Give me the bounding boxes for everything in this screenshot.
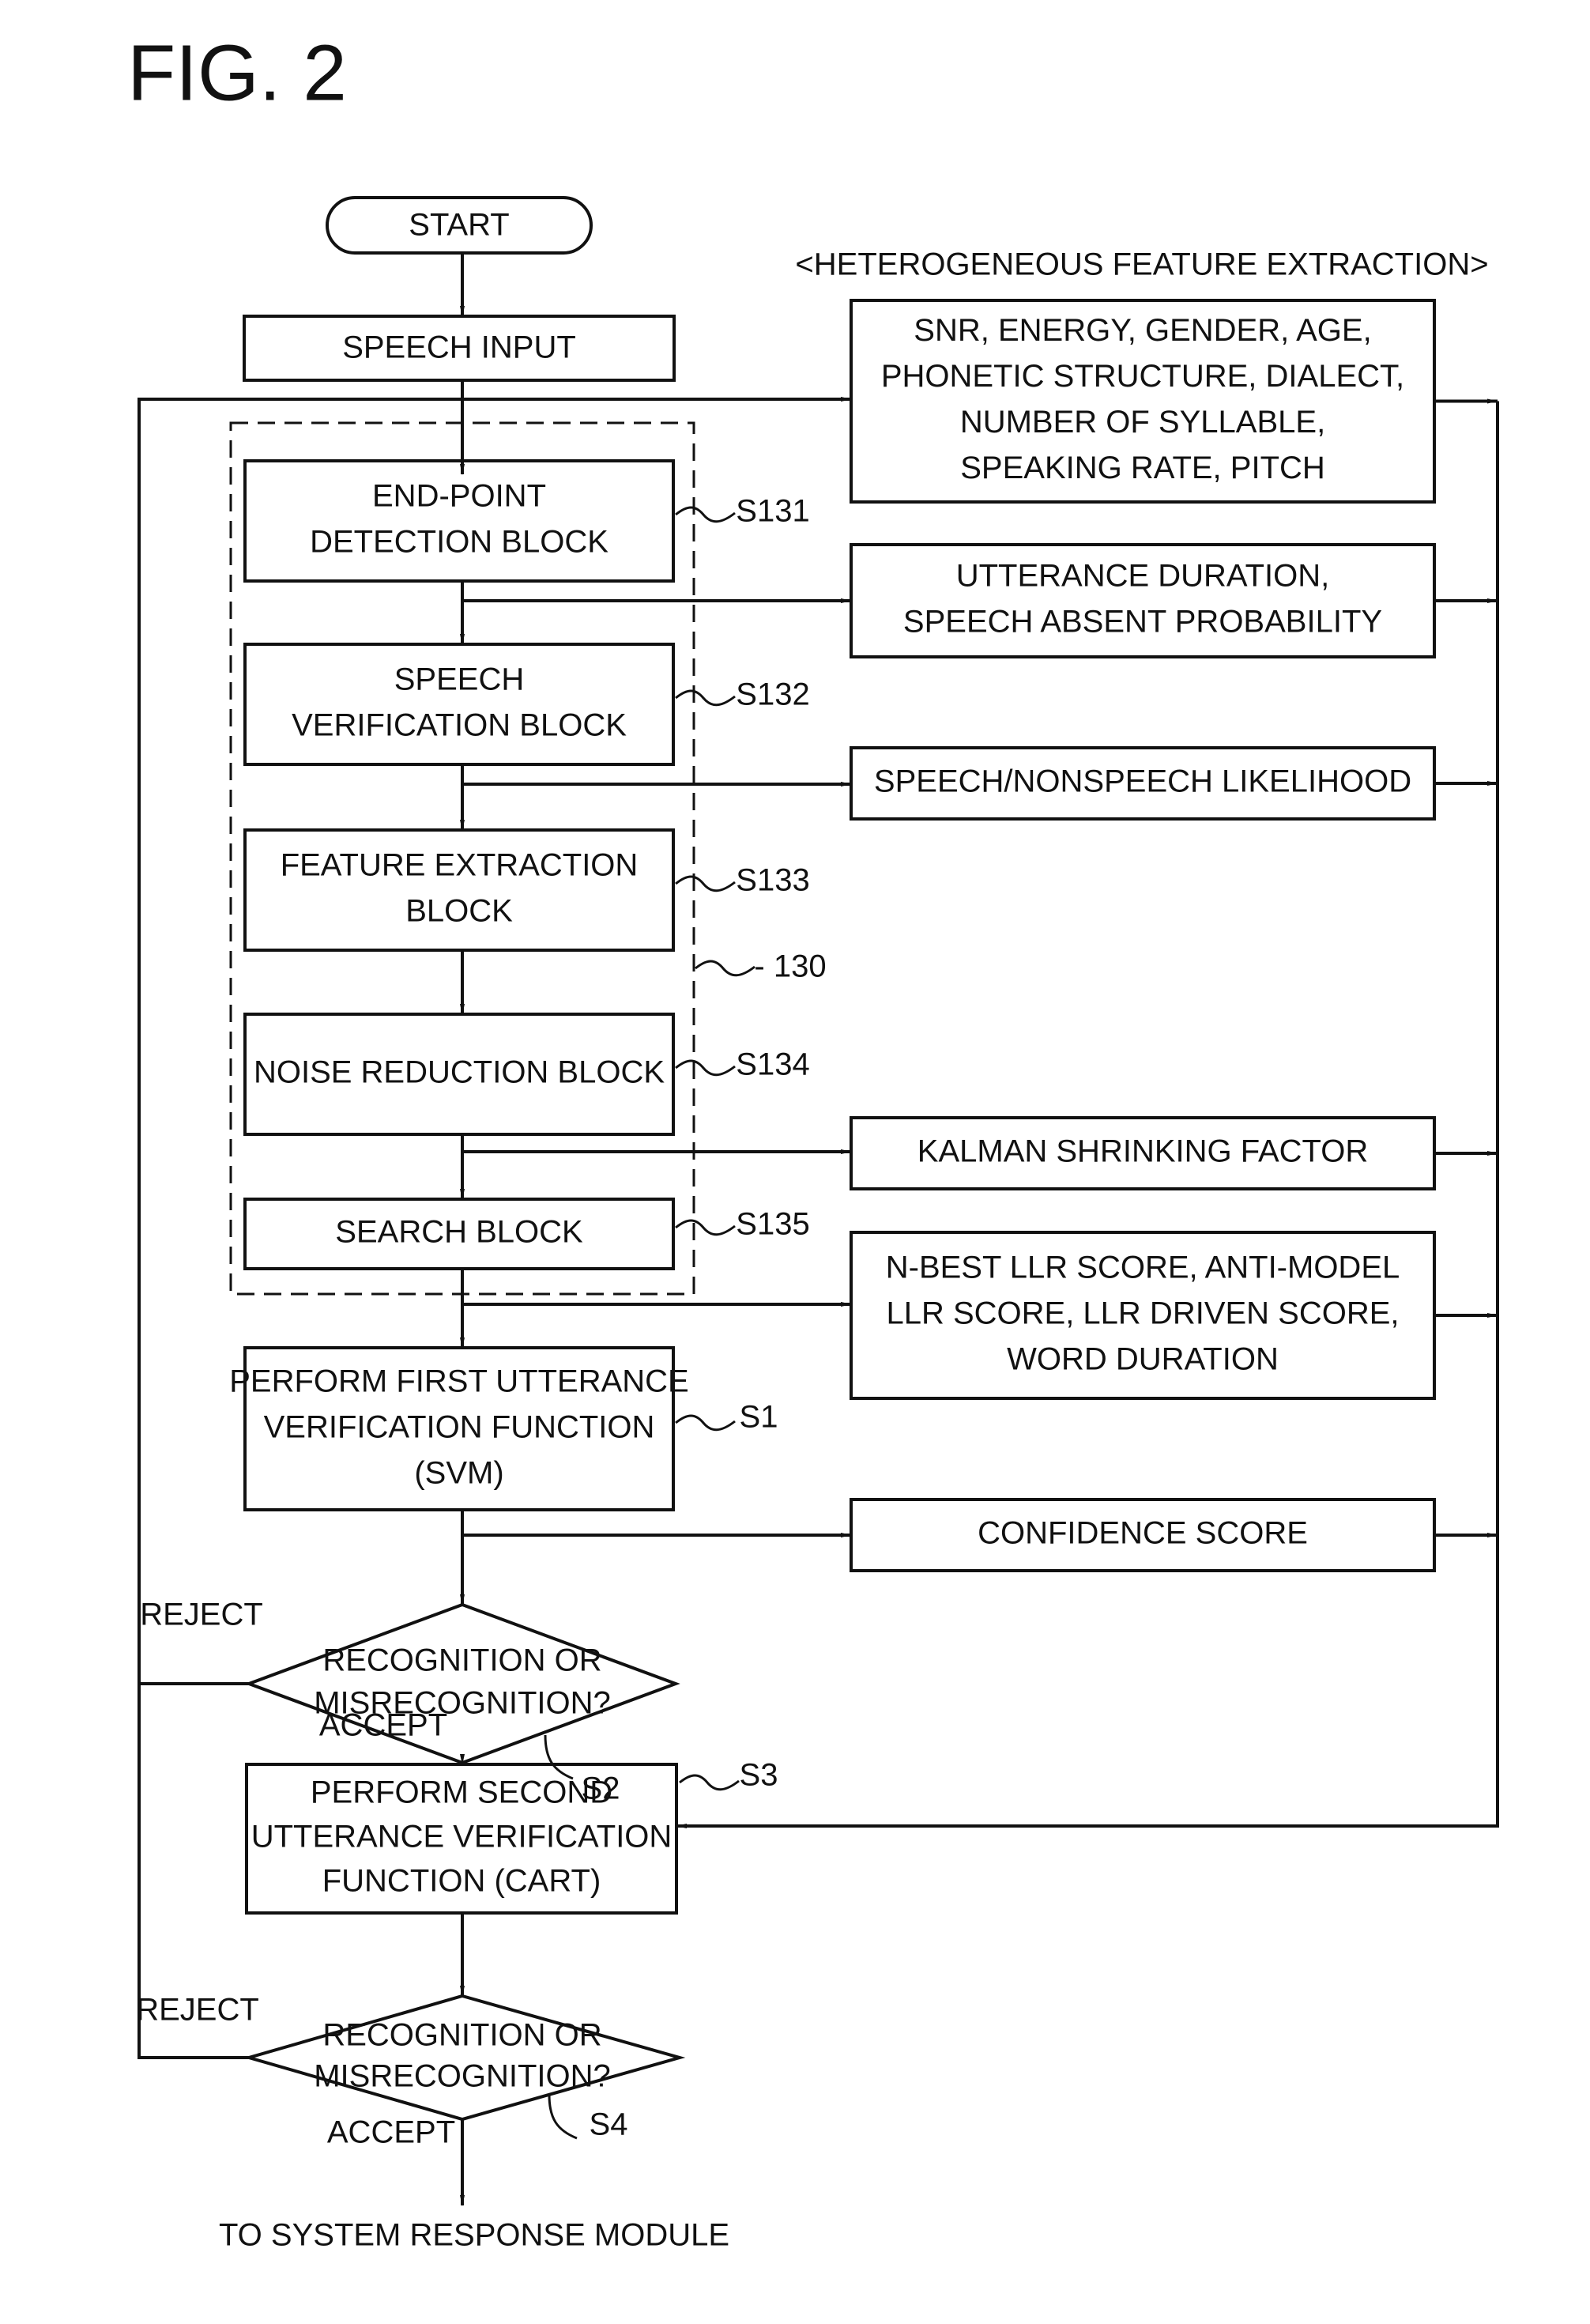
reject-label: REJECT <box>140 1598 263 1632</box>
ref-label: S133 <box>736 863 809 898</box>
accept-label: ACCEPT <box>319 1708 447 1743</box>
block-label: SEARCH BLOCK <box>335 1215 583 1250</box>
feature-label: N-BEST LLR SCORE, ANTI-MODEL <box>886 1251 1400 1285</box>
block-label: NOISE REDUCTION BLOCK <box>254 1055 665 1090</box>
ref-label: S4 <box>590 2107 628 2142</box>
cart-label: FUNCTION (CART) <box>322 1864 601 1899</box>
decision2-label: MISRECOGNITION? <box>314 2059 611 2094</box>
speech-input-label: SPEECH INPUT <box>342 330 576 365</box>
ref-leader <box>675 1219 736 1236</box>
flowchart: FIG. 2 START SPEECH INPUT END-POINT DETECTIO… <box>127 28 1499 2253</box>
svm-label: PERFORM FIRST UTTERANCE <box>229 1364 689 1399</box>
feature-label: SNR, ENERGY, GENDER, AGE, <box>914 313 1371 348</box>
ref-leader <box>675 689 736 707</box>
ref-label: S134 <box>736 1047 809 1082</box>
reject-label: REJECT <box>136 1993 259 2028</box>
ref-leader <box>675 506 736 523</box>
start-label: START <box>409 208 509 243</box>
features-title: <HETEROGENEOUS FEATURE EXTRACTION> <box>795 247 1488 282</box>
cart-label: UTTERANCE VERIFICATION <box>251 1820 673 1854</box>
block-label: END-POINT <box>372 479 546 514</box>
ref-label: S132 <box>736 677 809 712</box>
svm-label: (SVM) <box>414 1456 503 1491</box>
feature-label: LLR SCORE, LLR DRIVEN SCORE, <box>886 1296 1399 1331</box>
ref-label: S1 <box>740 1400 778 1435</box>
cart-label: PERFORM SECOND <box>311 1775 612 1810</box>
ref-label: S3 <box>740 1758 778 1793</box>
ref-leader <box>544 1734 574 1780</box>
ref-leader <box>675 1414 736 1432</box>
ref-leader <box>675 875 736 892</box>
ref-label: S131 <box>736 494 809 529</box>
feature-label: SPEECH ABSENT PROBABILITY <box>903 605 1382 639</box>
ref-leader <box>675 1059 736 1077</box>
group-ref-label: - 130 <box>754 949 826 984</box>
block-label: DETECTION BLOCK <box>310 525 608 560</box>
decision2-label: RECOGNITION OR <box>322 2018 601 2053</box>
decision1-label: RECOGNITION OR <box>322 1643 601 1678</box>
block-label: BLOCK <box>405 894 513 929</box>
feature-label: NUMBER OF SYLLABLE, <box>960 405 1325 440</box>
feature-label: KALMAN SHRINKING FACTOR <box>917 1134 1368 1169</box>
block-label: SPEECH <box>394 662 525 697</box>
feature-label: SPEAKING RATE, PITCH <box>960 451 1325 485</box>
decision1-diamond <box>244 1602 680 1765</box>
accept-label: ACCEPT <box>327 2115 455 2150</box>
feature-label: CONFIDENCE SCORE <box>978 1516 1308 1551</box>
end-label: TO SYSTEM RESPONSE MODULE <box>219 2218 729 2253</box>
feature-label: UTTERANCE DURATION, <box>956 559 1330 594</box>
group-leader <box>695 960 755 977</box>
feature-label: WORD DURATION <box>1007 1342 1279 1377</box>
ref-label: S135 <box>736 1207 809 1242</box>
figure-title: FIG. 2 <box>127 28 347 117</box>
feature-label: PHONETIC STRUCTURE, DIALECT, <box>881 359 1404 394</box>
ref-leader <box>548 2094 578 2140</box>
block-label: FEATURE EXTRACTION <box>281 848 639 883</box>
feature-label: SPEECH/NONSPEECH LIKELIHOOD <box>874 764 1411 799</box>
block-label: VERIFICATION BLOCK <box>292 708 627 743</box>
ref-leader <box>679 1774 740 1791</box>
decision2-diamond <box>243 1994 686 2122</box>
svm-label: VERIFICATION FUNCTION <box>264 1410 655 1445</box>
